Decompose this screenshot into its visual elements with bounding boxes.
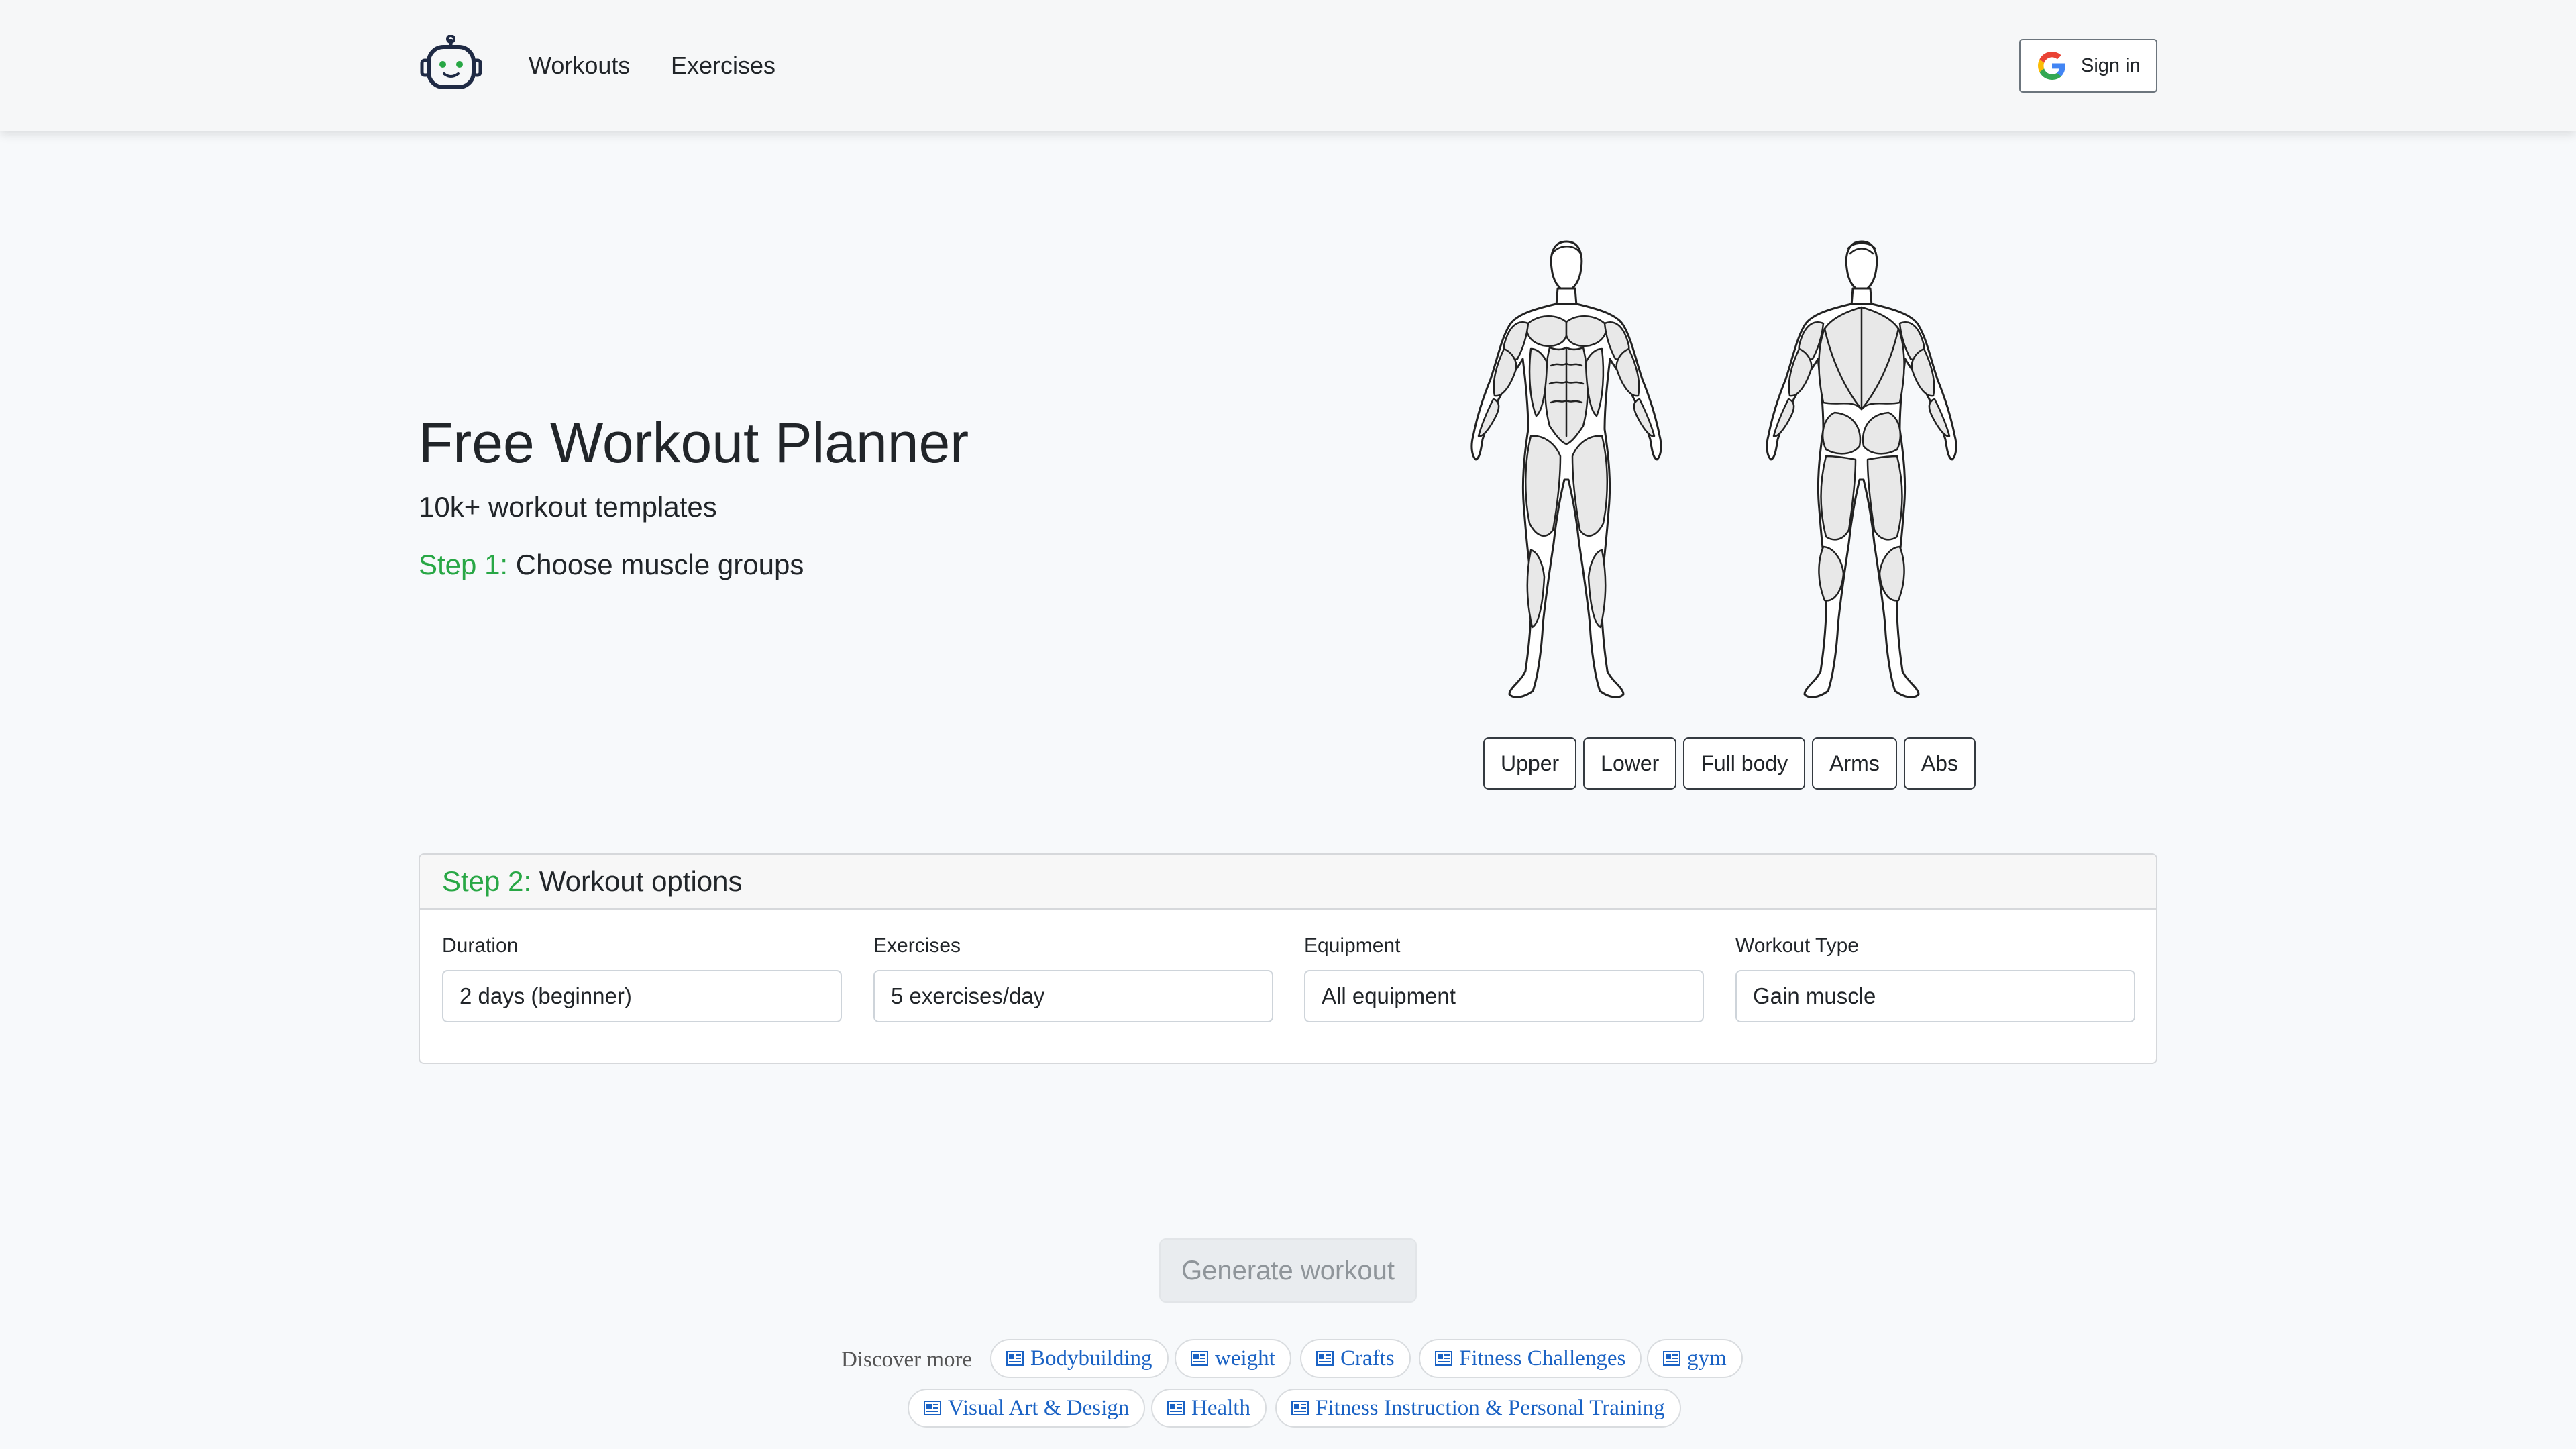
news-icon bbox=[1191, 1351, 1208, 1366]
equipment-label: Equipment bbox=[1304, 934, 1401, 957]
muscle-btn-full-body[interactable]: Full body bbox=[1683, 737, 1806, 790]
step1-text: Choose muscle groups bbox=[515, 549, 804, 580]
workout-type-select[interactable]: Gain muscle bbox=[1735, 970, 2135, 1022]
equipment-select[interactable]: All equipment bbox=[1304, 970, 1704, 1022]
chip-label: Bodybuilding bbox=[1030, 1346, 1152, 1371]
news-icon bbox=[1663, 1351, 1680, 1366]
news-icon bbox=[1435, 1351, 1452, 1366]
chip-label: gym bbox=[1687, 1346, 1727, 1371]
page-title: Free Workout Planner bbox=[419, 411, 969, 474]
chip-weight[interactable]: weight bbox=[1175, 1339, 1291, 1378]
news-icon bbox=[924, 1401, 941, 1415]
step2-text: Workout options bbox=[539, 865, 743, 897]
duration-field: Duration 2 days (beginner) bbox=[442, 932, 842, 1022]
chip-label: Fitness Instruction & Personal Training bbox=[1316, 1395, 1665, 1420]
generate-workout-button[interactable]: Generate workout bbox=[1159, 1238, 1417, 1303]
chip-gym[interactable]: gym bbox=[1647, 1339, 1743, 1378]
chip-crafts[interactable]: Crafts bbox=[1300, 1339, 1411, 1378]
workout-options-card: Step 2: Workout options Duration 2 days … bbox=[419, 853, 2157, 1064]
muscle-btn-arms[interactable]: Arms bbox=[1812, 737, 1897, 790]
exercises-select[interactable]: 5 exercises/day bbox=[873, 970, 1273, 1022]
chip-bodybuilding[interactable]: Bodybuilding bbox=[990, 1339, 1169, 1378]
chip-label: Crafts bbox=[1340, 1346, 1395, 1371]
muscle-btn-upper[interactable]: Upper bbox=[1483, 737, 1577, 790]
google-signin-button[interactable]: Sign in bbox=[2019, 39, 2157, 93]
news-icon bbox=[1006, 1351, 1024, 1366]
discover-more-label: Discover more bbox=[841, 1348, 973, 1372]
equipment-field: Equipment All equipment bbox=[1304, 932, 1704, 1022]
chip-label: Fitness Challenges bbox=[1459, 1346, 1626, 1371]
nav-exercises[interactable]: Exercises bbox=[671, 50, 775, 82]
news-icon bbox=[1316, 1351, 1334, 1366]
nav-workouts[interactable]: Workouts bbox=[529, 50, 630, 82]
chip-fitness-challenges[interactable]: Fitness Challenges bbox=[1419, 1339, 1642, 1378]
robot-logo-icon[interactable] bbox=[419, 35, 483, 92]
duration-label: Duration bbox=[442, 934, 519, 957]
exercises-field: Exercises 5 exercises/day bbox=[873, 932, 1273, 1022]
workout-type-label: Workout Type bbox=[1735, 934, 1859, 957]
step1-label: Step 1: bbox=[419, 549, 508, 580]
chip-visual-art-design[interactable]: Visual Art & Design bbox=[908, 1389, 1146, 1428]
muscle-btn-abs[interactable]: Abs bbox=[1903, 737, 1976, 790]
workout-type-field: Workout Type Gain muscle bbox=[1735, 932, 2135, 1022]
step2-heading: Step 2: Workout options bbox=[420, 855, 2156, 910]
muscle-map[interactable]: .sk { fill: #ffffff; stroke: #222; strok… bbox=[1442, 235, 2012, 718]
chip-label: weight bbox=[1215, 1346, 1275, 1371]
chip-label: Visual Art & Design bbox=[948, 1395, 1130, 1420]
duration-select[interactable]: 2 days (beginner) bbox=[442, 970, 842, 1022]
hero-subtitle: 10k+ workout templates bbox=[419, 491, 717, 523]
step1-heading: Step 1: Choose muscle groups bbox=[419, 547, 804, 582]
exercises-label: Exercises bbox=[873, 934, 961, 957]
muscle-btn-lower[interactable]: Lower bbox=[1583, 737, 1677, 790]
chip-fitness-instruction[interactable]: Fitness Instruction & Personal Training bbox=[1275, 1389, 1681, 1428]
signin-label: Sign in bbox=[2081, 54, 2141, 76]
step2-label: Step 2: bbox=[442, 865, 532, 897]
news-icon bbox=[1167, 1401, 1185, 1415]
back-body-figure[interactable] bbox=[1766, 240, 1957, 698]
navbar: Workouts Exercises Sign in bbox=[0, 0, 2576, 131]
chip-health[interactable]: Health bbox=[1151, 1389, 1267, 1428]
news-icon bbox=[1291, 1401, 1309, 1415]
front-body-figure[interactable] bbox=[1470, 240, 1662, 698]
chip-label: Health bbox=[1191, 1395, 1250, 1420]
muscle-group-buttons: Upper Lower Full body Arms Abs bbox=[1483, 737, 1976, 790]
google-icon bbox=[2038, 52, 2065, 80]
